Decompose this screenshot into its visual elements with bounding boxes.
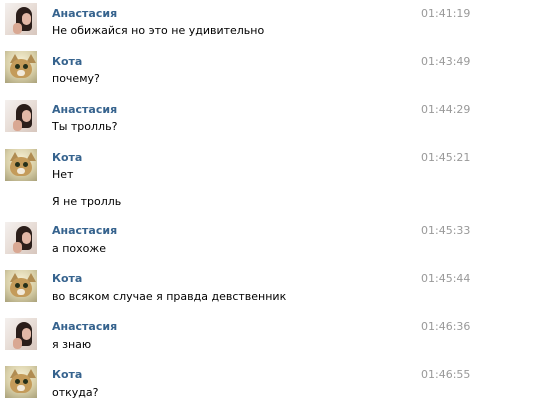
avatar[interactable]: [5, 100, 37, 132]
message-text: Я не тролль: [52, 195, 122, 208]
message-timestamp: 01:45:21: [421, 151, 471, 164]
author-name[interactable]: Анастасия: [52, 224, 117, 237]
avatar[interactable]: [5, 222, 37, 254]
author-name[interactable]: Анастасия: [52, 103, 117, 116]
message-text: почему?: [52, 72, 100, 85]
message-timestamp: 01:46:55: [421, 368, 471, 381]
avatar[interactable]: [5, 149, 37, 181]
avatar[interactable]: [5, 51, 37, 83]
author-name[interactable]: Анастасия: [52, 320, 117, 333]
message-text: Не обижайся но это не удивительно: [52, 24, 265, 37]
message-timestamp: 01:46:36: [421, 320, 471, 333]
message-text: откуда?: [52, 386, 99, 399]
message-text: Ты тролль?: [52, 120, 118, 133]
avatar[interactable]: [5, 366, 37, 398]
author-name[interactable]: Кота: [52, 368, 82, 381]
avatar[interactable]: [5, 3, 37, 35]
author-name[interactable]: Кота: [52, 151, 82, 164]
message-timestamp: 01:45:44: [421, 272, 471, 285]
author-name[interactable]: Анастасия: [52, 7, 117, 20]
message-timestamp: 01:45:33: [421, 224, 471, 237]
message-timestamp: 01:44:29: [421, 103, 471, 116]
message-text: я знаю: [52, 338, 92, 351]
author-name[interactable]: Кота: [52, 272, 82, 285]
message-text: Нет: [52, 168, 74, 181]
author-name[interactable]: Кота: [52, 55, 82, 68]
avatar[interactable]: [5, 318, 37, 350]
message-text: во всяком случае я правда девственник: [52, 290, 287, 303]
message-timestamp: 01:41:19: [421, 7, 471, 20]
message-timestamp: 01:43:49: [421, 55, 471, 68]
message-text: а похоже: [52, 242, 107, 255]
avatar[interactable]: [5, 270, 37, 302]
